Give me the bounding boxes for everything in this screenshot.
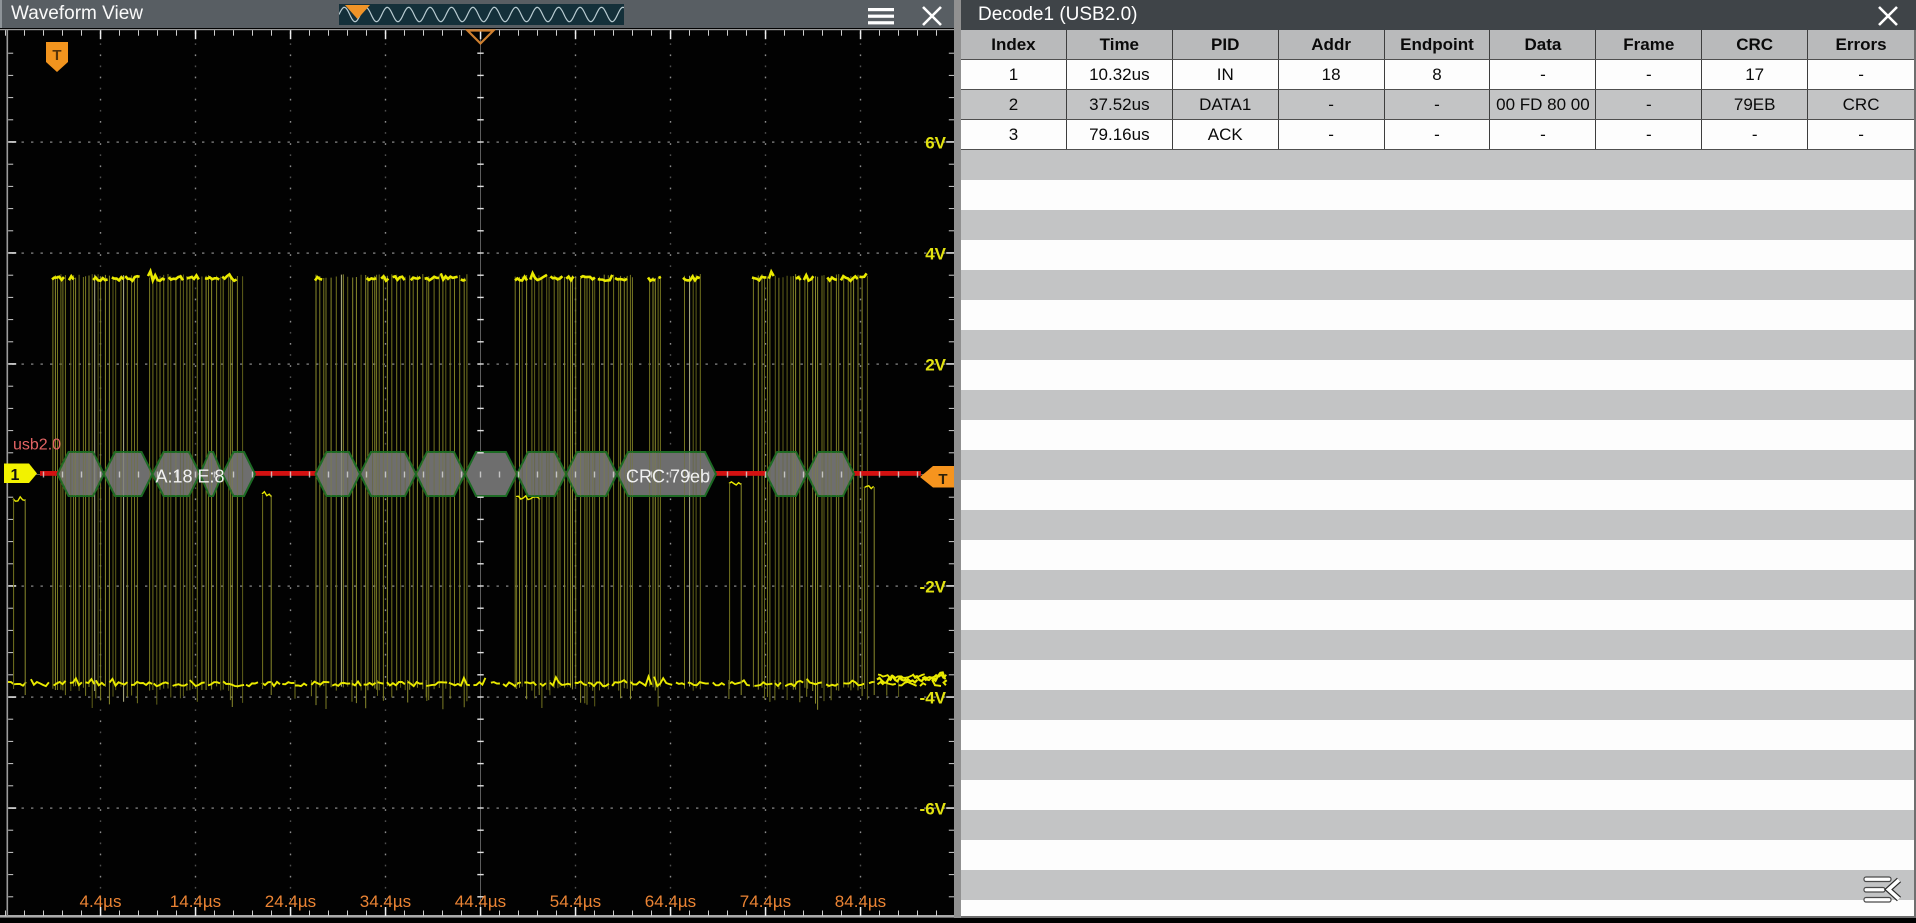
svg-text:64.4µs: 64.4µs <box>645 892 696 911</box>
svg-text:84.4µs: 84.4µs <box>835 892 886 911</box>
svg-text:T: T <box>938 471 947 488</box>
svg-text:6V: 6V <box>925 134 946 153</box>
svg-text:4V: 4V <box>925 245 946 264</box>
svg-text:4.4µs: 4.4µs <box>80 892 122 911</box>
svg-text:CRC:79eb: CRC:79eb <box>626 467 710 487</box>
svg-text:54.4µs: 54.4µs <box>550 892 601 911</box>
svg-text:14.4µs: 14.4µs <box>170 892 221 911</box>
svg-text:T: T <box>52 47 61 64</box>
svg-text:44.4µs: 44.4µs <box>455 892 506 911</box>
svg-text:-4V: -4V <box>920 689 947 708</box>
svg-text:1: 1 <box>11 467 20 484</box>
svg-text:34.4µs: 34.4µs <box>360 892 411 911</box>
svg-text:24.4µs: 24.4µs <box>265 892 316 911</box>
svg-text:-2V: -2V <box>920 578 947 597</box>
svg-text:-6V: -6V <box>920 800 947 819</box>
svg-text:usb2.0: usb2.0 <box>13 437 61 454</box>
svg-text:2V: 2V <box>925 356 946 375</box>
svg-text:74.4µs: 74.4µs <box>740 892 791 911</box>
